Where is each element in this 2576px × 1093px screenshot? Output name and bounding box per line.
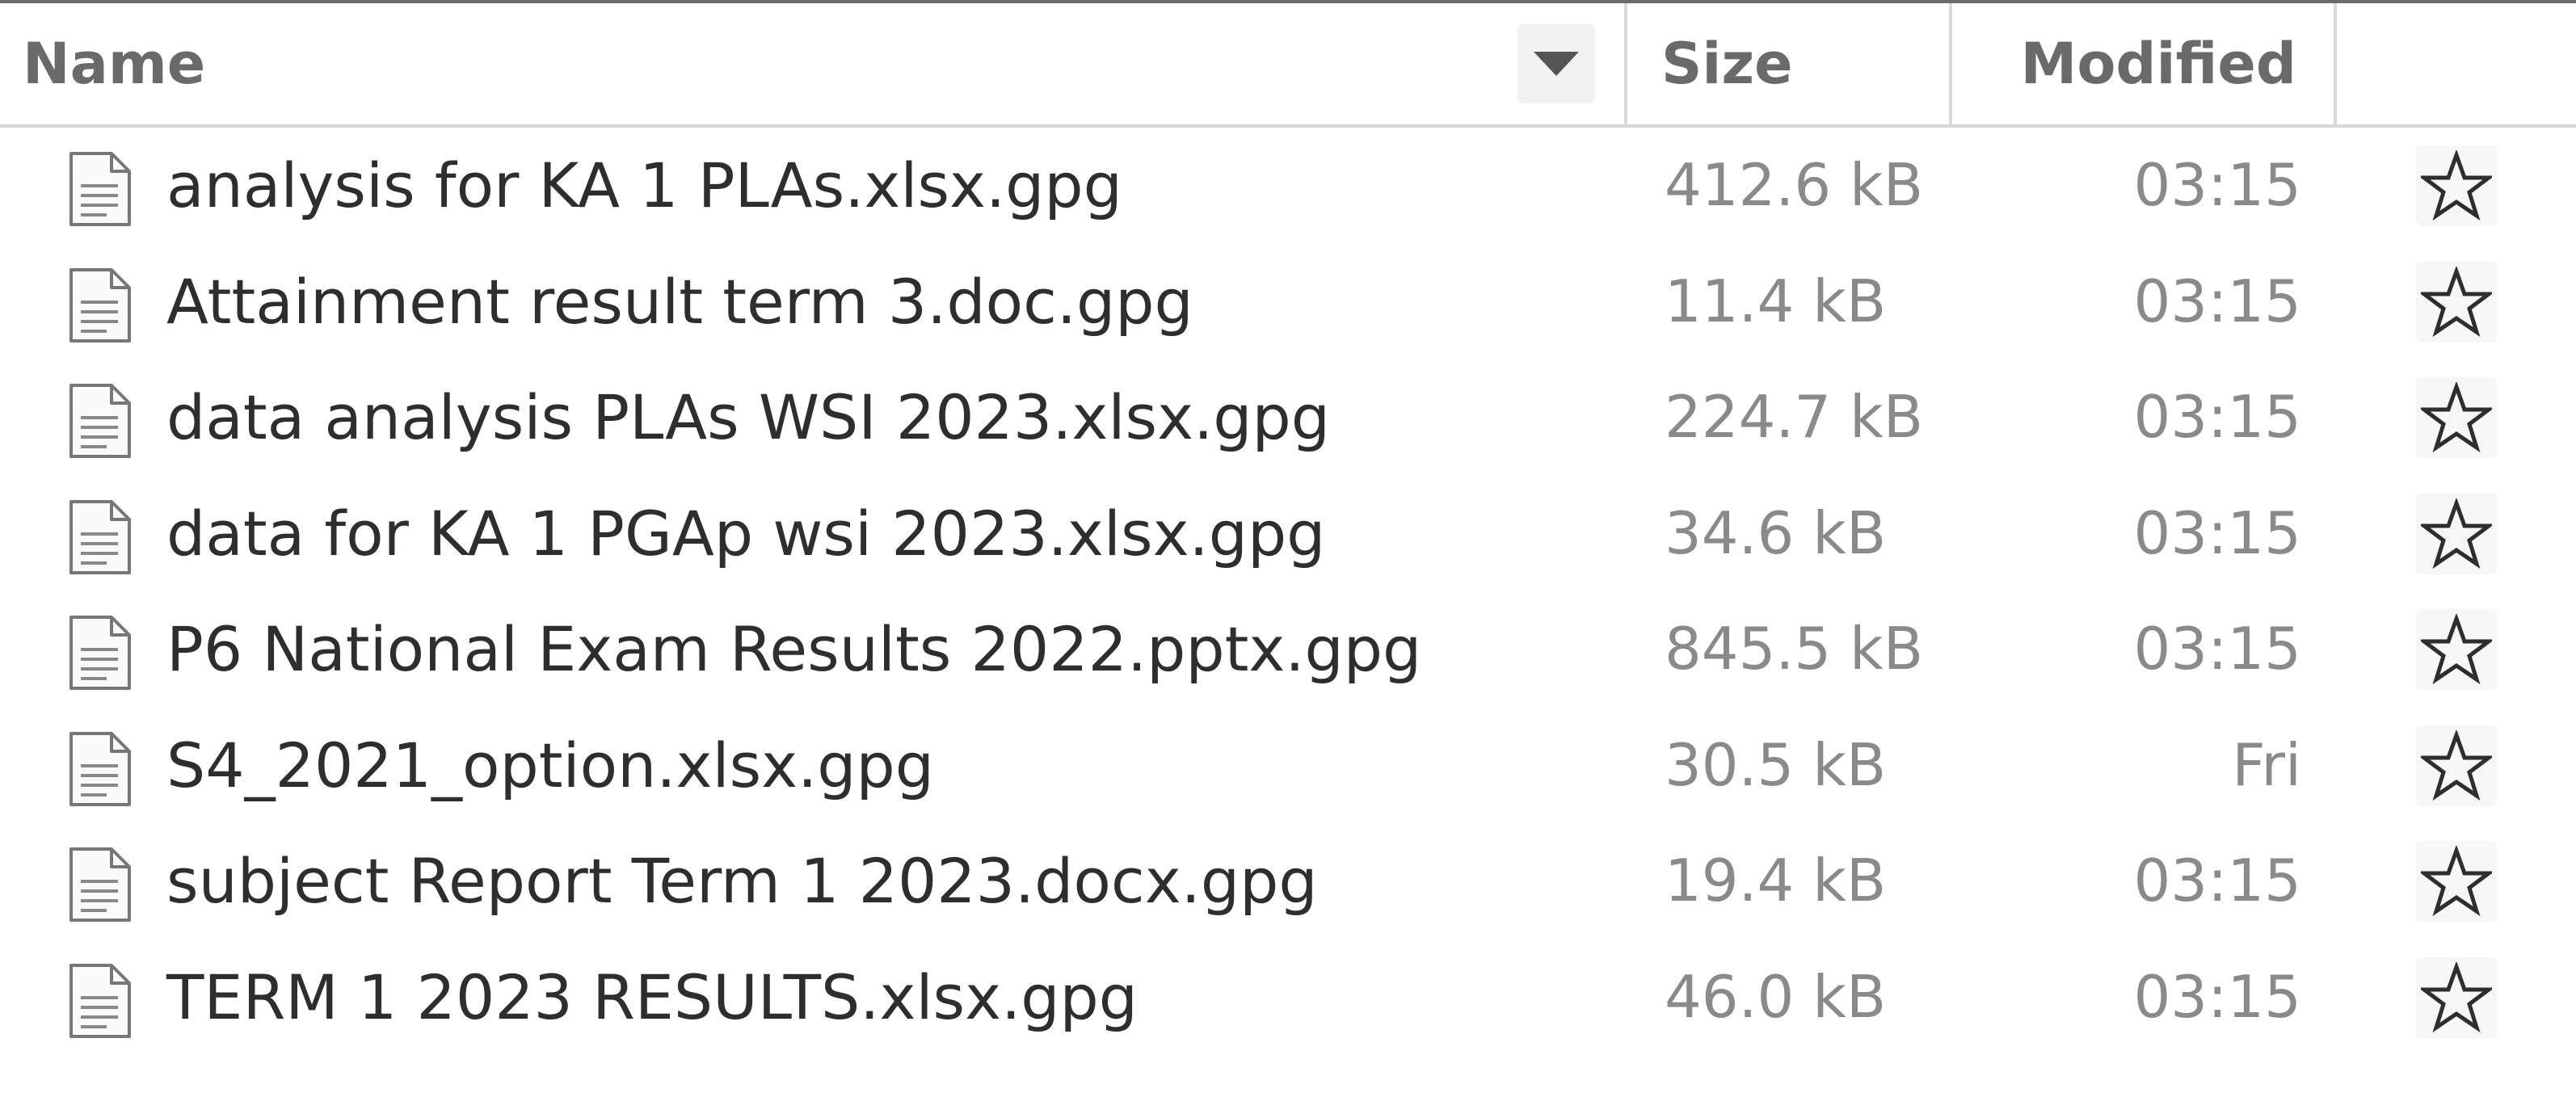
file-row[interactable]: subject Report Term 1 2023.docx.gpg 19.4… (0, 823, 2576, 940)
column-header-name-label: Name (23, 31, 206, 97)
file-size: 845.5 kB (1665, 615, 1924, 683)
file-name: TERM 1 2023 RESULTS.xlsx.gpg (166, 961, 1139, 1033)
star-button[interactable] (2416, 609, 2497, 690)
text-file-icon (69, 267, 131, 343)
star-button[interactable] (2416, 493, 2497, 574)
file-modified: Fri (2232, 730, 2301, 799)
chevron-down-icon (1534, 52, 1579, 76)
text-file-icon (69, 963, 131, 1038)
file-name: Attainment result term 3.doc.gpg (166, 265, 1193, 338)
file-modified: 03:15 (2133, 383, 2302, 451)
file-modified: 03:15 (2133, 151, 2302, 219)
sort-order-button[interactable] (1517, 24, 1595, 103)
star-button[interactable] (2416, 956, 2497, 1038)
column-header-name[interactable]: Name (0, 3, 1627, 124)
text-file-icon (69, 731, 131, 806)
column-header-bar: Name Size Modified (0, 3, 2576, 128)
file-name: P6 National Exam Results 2022.pptx.gpg (166, 613, 1422, 685)
column-header-modified-label: Modified (2020, 31, 2296, 97)
file-name: data for KA 1 PGAp wsi 2023.xlsx.gpg (166, 497, 1326, 570)
file-row[interactable]: Attainment result term 3.doc.gpg 11.4 kB… (0, 244, 2576, 360)
text-file-icon (69, 152, 131, 226)
star-outline-icon (2421, 498, 2492, 569)
file-modified: 03:15 (2133, 962, 2302, 1031)
text-file-icon (69, 384, 131, 458)
star-outline-icon (2421, 150, 2492, 221)
file-size: 46.0 kB (1665, 962, 1887, 1031)
star-button[interactable] (2416, 377, 2497, 458)
file-row[interactable]: data for KA 1 PGAp wsi 2023.xlsx.gpg 34.… (0, 476, 2576, 592)
column-header-modified[interactable]: Modified (1952, 3, 2337, 124)
file-row[interactable]: P6 National Exam Results 2022.pptx.gpg 8… (0, 591, 2576, 708)
file-size: 412.6 kB (1665, 151, 1924, 219)
star-outline-icon (2421, 961, 2492, 1032)
file-modified: 03:15 (2133, 498, 2302, 567)
file-size: 224.7 kB (1665, 383, 1924, 451)
file-name: analysis for KA 1 PLAs.xlsx.gpg (166, 149, 1122, 221)
file-name: subject Report Term 1 2023.docx.gpg (166, 845, 1318, 917)
file-list-view: Name Size Modified analysis for KA 1 PLA… (0, 0, 2576, 1093)
file-size: 11.4 kB (1665, 267, 1887, 335)
column-header-size[interactable]: Size (1627, 3, 1952, 124)
text-file-icon (69, 499, 131, 574)
star-outline-icon (2421, 266, 2492, 337)
file-modified: 03:15 (2133, 267, 2302, 335)
star-button[interactable] (2416, 725, 2497, 806)
file-row[interactable]: analysis for KA 1 PLAs.xlsx.gpg 412.6 kB… (0, 128, 2576, 244)
star-button[interactable] (2416, 145, 2497, 226)
star-outline-icon (2421, 729, 2492, 801)
text-file-icon (69, 616, 131, 690)
star-outline-icon (2421, 846, 2492, 917)
star-button[interactable] (2416, 841, 2497, 922)
file-size: 30.5 kB (1665, 730, 1887, 799)
file-row[interactable]: TERM 1 2023 RESULTS.xlsx.gpg 46.0 kB 03:… (0, 940, 2576, 1056)
file-name: data analysis PLAs WSI 2023.xlsx.gpg (166, 381, 1330, 453)
file-row[interactable]: S4_2021_option.xlsx.gpg 30.5 kB Fri (0, 708, 2576, 824)
file-row[interactable]: data analysis PLAs WSI 2023.xlsx.gpg 224… (0, 359, 2576, 476)
file-name: S4_2021_option.xlsx.gpg (166, 729, 935, 801)
file-rows: analysis for KA 1 PLAs.xlsx.gpg 412.6 kB… (0, 128, 2576, 1055)
file-size: 34.6 kB (1665, 498, 1887, 567)
column-header-size-label: Size (1661, 31, 1793, 97)
star-outline-icon (2421, 614, 2492, 685)
text-file-icon (69, 847, 131, 922)
star-outline-icon (2421, 382, 2492, 453)
file-size: 19.4 kB (1665, 847, 1887, 914)
star-button[interactable] (2416, 261, 2497, 343)
file-modified: 03:15 (2133, 847, 2302, 914)
file-modified: 03:15 (2133, 615, 2302, 683)
